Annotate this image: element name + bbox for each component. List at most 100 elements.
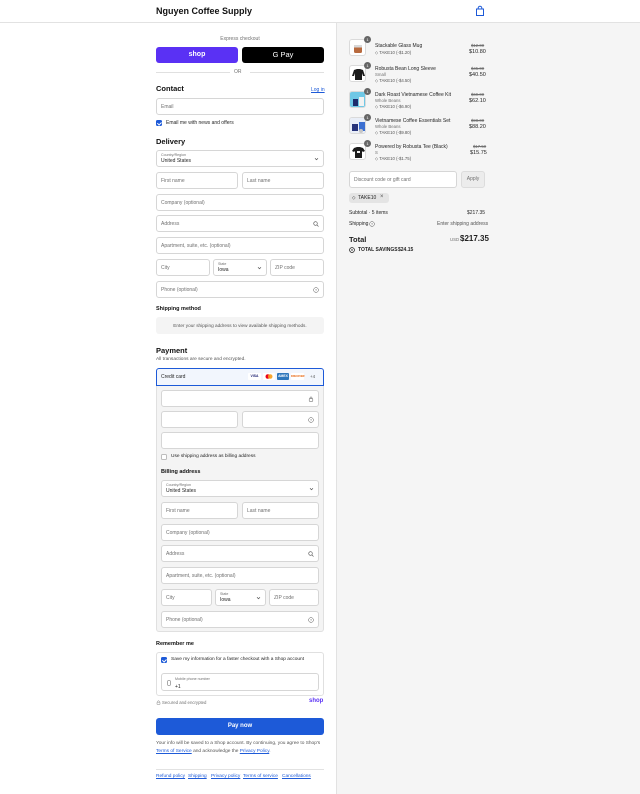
divider-right — [250, 72, 324, 73]
footer-link-refund[interactable]: Refund policy — [156, 774, 185, 779]
item-variant: Whole Beans — [375, 124, 401, 129]
footer-link-cancellations[interactable]: Cancellations — [282, 774, 311, 779]
item-discount-text: TAKE10 (-$4.50) — [379, 78, 412, 83]
login-link[interactable]: Log in — [311, 87, 325, 93]
expiration-date-field[interactable] — [161, 411, 238, 428]
billing-state-select[interactable]: State Iowa — [215, 589, 266, 606]
state-select[interactable]: State Iowa — [213, 259, 267, 276]
name-on-card-field[interactable] — [161, 432, 319, 449]
search-icon — [308, 550, 314, 557]
item-price: $62.10 — [469, 98, 486, 104]
news-checkbox[interactable] — [156, 120, 162, 126]
svg-text:?: ? — [310, 618, 312, 622]
country-value: United States — [161, 158, 192, 164]
item-original-price: $69.00 — [471, 92, 485, 97]
company-field[interactable]: Company (optional) — [156, 194, 324, 211]
subtotal-label: Subtotal · 5 items — [349, 210, 388, 216]
billing-first-name-field[interactable]: First name — [161, 502, 238, 519]
subtotal-value: $217.35 — [467, 210, 486, 216]
store-name[interactable]: Nguyen Coffee Supply — [156, 6, 252, 16]
item-discount: ◇ TAKE10 (-$9.80) — [375, 130, 411, 135]
news-label: Email me with news and offers — [166, 120, 234, 126]
discount-code-placeholder: Discount code or gift card — [354, 176, 411, 183]
billing-state-value: Iowa — [220, 597, 231, 603]
zip-field[interactable]: ZIP code — [270, 259, 324, 276]
email-placeholder: Email — [161, 103, 174, 110]
visa-logo: VISA — [248, 373, 261, 380]
product-image — [349, 39, 366, 56]
country-select[interactable]: Country/Region United States — [156, 150, 324, 167]
google-pay-button[interactable]: G Pay — [242, 47, 324, 63]
remove-discount-icon[interactable]: × — [380, 194, 384, 200]
same-address-checkbox[interactable] — [161, 454, 167, 460]
item-discount-text: TAKE10 (-$6.90) — [379, 104, 412, 109]
billing-address-field[interactable]: Address — [161, 545, 319, 562]
discount-code-field[interactable]: Discount code or gift card — [349, 171, 457, 188]
apply-button[interactable]: Apply — [461, 171, 485, 188]
terms-link[interactable]: Terms of Service — [156, 749, 192, 754]
pay-now-button[interactable]: Pay now — [156, 718, 324, 735]
svg-text:?: ? — [310, 418, 312, 422]
mobile-phone-field[interactable]: Mobile phone number +1 — [161, 673, 319, 691]
phone-field[interactable]: Phone (optional) ? — [156, 281, 324, 298]
item-price: $40.50 — [469, 72, 486, 78]
footer-link-terms[interactable]: Terms of service — [243, 774, 278, 779]
billing-country-select[interactable]: Country/Region United States — [161, 480, 319, 497]
email-field[interactable]: Email — [156, 98, 324, 115]
chevron-down-icon — [314, 157, 319, 160]
security-code-field[interactable]: ? — [242, 411, 319, 428]
billing-state-label: State — [220, 592, 229, 596]
shopping-bag-icon[interactable] — [474, 5, 486, 17]
billing-company-field[interactable]: Company (optional) — [161, 524, 319, 541]
billing-last-name-field[interactable]: Last name — [242, 502, 319, 519]
chevron-down-icon — [256, 596, 261, 599]
item-price: $88.20 — [469, 124, 486, 130]
billing-city-field[interactable]: City — [161, 589, 212, 606]
billing-company-placeholder: Company (optional) — [166, 529, 210, 536]
billing-phone-field[interactable]: Phone (optional) ? — [161, 611, 319, 628]
essentials-set-image — [350, 118, 365, 133]
shop-pay-button[interactable]: shop — [156, 47, 238, 63]
footer-link-privacy[interactable]: Privacy policy — [211, 774, 240, 779]
item-discount: ◇ TAKE10 (-$6.90) — [375, 104, 411, 109]
billing-zip-field[interactable]: ZIP code — [269, 589, 319, 606]
shipping-value: Enter shipping address — [437, 221, 489, 227]
payment-subtitle: All transactions are secure and encrypte… — [156, 357, 246, 362]
help-icon[interactable]: ? — [308, 416, 314, 423]
item-discount-text: TAKE10 (-$1.75) — [379, 156, 412, 161]
express-checkout-label: Express checkout — [220, 36, 260, 42]
billing-apartment-field[interactable]: Apartment, suite, etc. (optional) — [161, 567, 319, 584]
tag-icon: ◇ — [375, 156, 379, 161]
help-icon[interactable]: ? — [313, 286, 319, 293]
coffee-kit-image — [350, 92, 365, 107]
tag-icon: ◇ — [352, 195, 356, 200]
total-label: Total — [349, 235, 367, 244]
help-icon[interactable]: ? — [369, 221, 375, 227]
item-original-price: $98.00 — [471, 118, 485, 123]
save-info-label: Save my information for a faster checkou… — [171, 657, 305, 662]
address-field[interactable]: Address — [156, 215, 324, 232]
item-price: $15.75 — [470, 150, 487, 156]
card-number-field[interactable] — [161, 390, 319, 407]
first-name-field[interactable]: First name — [156, 172, 238, 189]
billing-country-label: Country/Region — [166, 483, 191, 487]
help-icon[interactable]: ? — [308, 616, 314, 623]
city-placeholder: City — [161, 264, 170, 271]
first-name-placeholder: First name — [161, 177, 185, 184]
privacy-link[interactable]: Privacy Policy — [240, 749, 270, 754]
apartment-field[interactable]: Apartment, suite, etc. (optional) — [156, 237, 324, 254]
or-divider: OR — [234, 69, 242, 75]
item-variant: S — [375, 150, 378, 155]
billing-city-placeholder: City — [166, 594, 175, 601]
secure-lock-icon — [156, 700, 161, 705]
save-info-checkbox[interactable] — [161, 657, 167, 663]
credit-card-label: Credit card — [161, 374, 186, 380]
last-name-field[interactable]: Last name — [242, 172, 324, 189]
city-field[interactable]: City — [156, 259, 210, 276]
item-discount: ◇ TAKE10 (-$4.50) — [375, 78, 411, 83]
footer-divider — [156, 769, 324, 770]
svg-text:?: ? — [371, 222, 373, 226]
phone-placeholder: Phone (optional) — [161, 286, 198, 293]
product-image — [349, 65, 366, 82]
footer-link-shipping[interactable]: Shipping — [188, 774, 207, 779]
